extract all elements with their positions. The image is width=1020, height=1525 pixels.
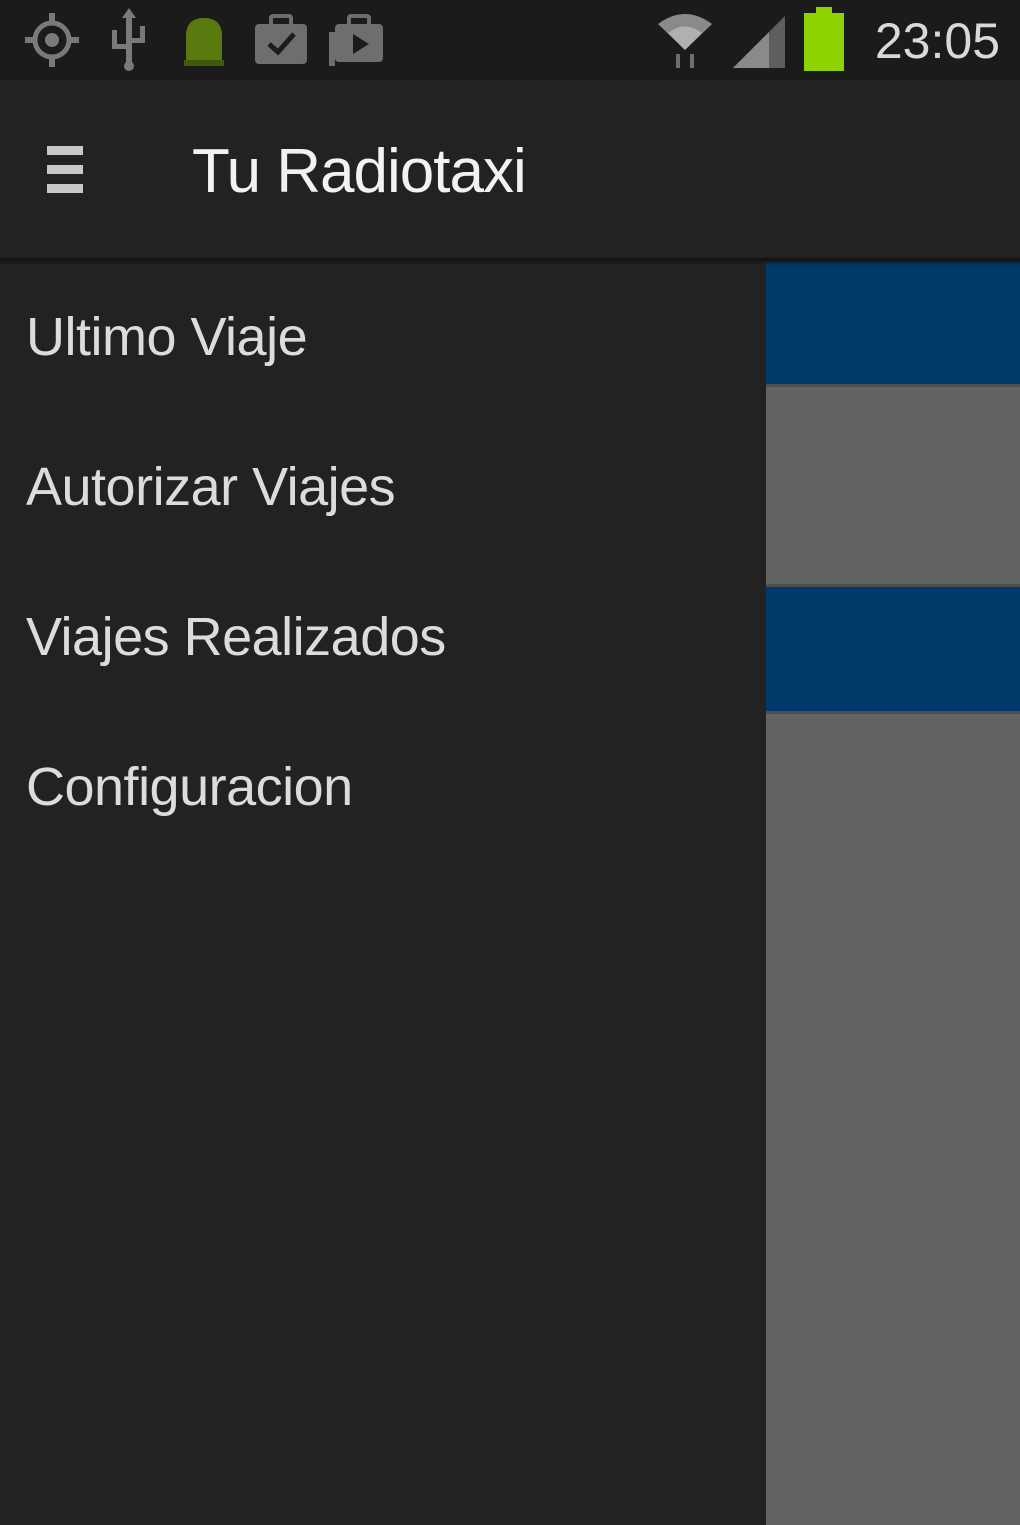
drawer-item-label: Autorizar Viajes	[26, 457, 396, 517]
task-check-icon	[250, 8, 312, 72]
signal-icon	[728, 8, 790, 72]
content-divider	[766, 384, 1020, 387]
battery-icon	[800, 7, 848, 72]
drawer-item-ultimo-viaje[interactable]: Ultimo Viaje	[0, 262, 766, 412]
drawer-item-label: Ultimo Viaje	[26, 307, 308, 367]
main-content-area	[766, 262, 1020, 1525]
content-list-item-highlight[interactable]	[766, 587, 1020, 711]
drawer-item-configuracion[interactable]: Configuracion	[0, 712, 766, 862]
media-bag-icon	[326, 8, 388, 72]
drawer-item-autorizar-viajes[interactable]: Autorizar Viajes	[0, 412, 766, 562]
navigation-drawer: Ultimo Viaje Autorizar Viajes Viajes Rea…	[0, 262, 766, 1525]
status-bar: 23:05	[0, 0, 1020, 80]
usb-icon	[104, 8, 154, 72]
drawer-toggle-button[interactable]	[30, 135, 100, 210]
drawer-item-label: Viajes Realizados	[26, 607, 446, 667]
android-notification-icon	[178, 8, 230, 72]
drawer-item-viajes-realizados[interactable]: Viajes Realizados	[0, 562, 766, 712]
wifi-icon	[655, 8, 715, 72]
action-bar: Tu Radiotaxi	[0, 80, 1020, 262]
drawer-item-label: Configuracion	[26, 757, 353, 817]
hamburger-menu-icon	[43, 140, 87, 205]
content-list-item-highlight[interactable]	[766, 262, 1020, 384]
gps-icon	[20, 8, 84, 72]
action-bar-shadow	[0, 258, 1020, 266]
app-title: Tu Radiotaxi	[192, 137, 527, 206]
content-divider	[766, 711, 1020, 714]
app-screen: 23:05 Tu Radiotaxi Ultimo Viaje Autoriza…	[0, 0, 1020, 1525]
status-clock: 23:05	[874, 13, 1000, 69]
